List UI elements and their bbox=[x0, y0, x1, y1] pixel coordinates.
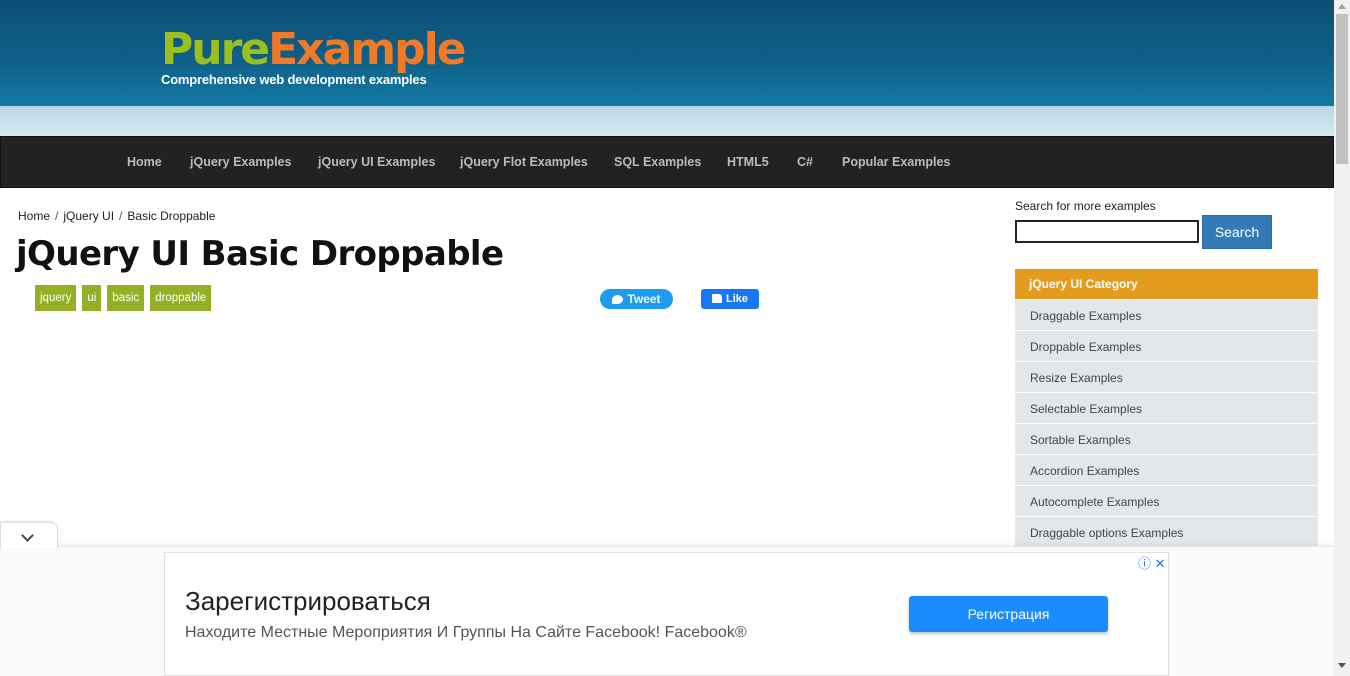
chevron-down-icon bbox=[21, 529, 34, 542]
ad-collapse-toggle[interactable] bbox=[0, 522, 58, 548]
breadcrumb: Home / jQuery UI / Basic Droppable bbox=[18, 209, 215, 223]
tag-droppable[interactable]: droppable bbox=[150, 285, 212, 311]
header-band bbox=[0, 106, 1334, 136]
logo-wordmark: PureExample bbox=[161, 24, 467, 75]
search-input[interactable] bbox=[1015, 220, 1199, 243]
scroll-up-arrow-icon[interactable] bbox=[1338, 4, 1346, 9]
tag-jquery[interactable]: jquery bbox=[35, 285, 77, 311]
breadcrumb-home[interactable]: Home bbox=[18, 209, 50, 223]
vertical-scrollbar[interactable] bbox=[1334, 0, 1350, 676]
site-header: PureExample Comprehensive web developmen… bbox=[0, 0, 1334, 106]
ad-description: Находите Местные Мероприятия И Группы На… bbox=[185, 624, 747, 641]
like-label: Like bbox=[725, 293, 748, 305]
scrollbar-thumb[interactable] bbox=[1336, 14, 1348, 164]
ad-title[interactable]: Зарегистрироваться bbox=[185, 586, 431, 617]
twitter-bird-icon bbox=[612, 295, 624, 304]
tag-basic[interactable]: basic bbox=[107, 285, 145, 311]
category-item-autocomplete[interactable]: Autocomplete Examples bbox=[1015, 486, 1318, 516]
facebook-like-button[interactable]: Like bbox=[701, 289, 759, 309]
search-button[interactable]: Search bbox=[1202, 215, 1272, 249]
scroll-down-arrow-icon[interactable] bbox=[1338, 663, 1346, 668]
breadcrumb-current: Basic Droppable bbox=[127, 209, 216, 223]
search-label: Search for more examples bbox=[1015, 199, 1156, 213]
logo-example: Example bbox=[268, 24, 466, 75]
tweet-button[interactable]: Tweet bbox=[600, 289, 673, 309]
main-nav: Home jQuery Examples jQuery UI Examples … bbox=[0, 136, 1334, 188]
tag-list: jquery ui basic droppable bbox=[35, 285, 212, 311]
nav-jquery-ui-examples[interactable]: jQuery UI Examples bbox=[318, 155, 435, 169]
thumbs-up-icon bbox=[711, 294, 722, 303]
nav-jquery-examples[interactable]: jQuery Examples bbox=[190, 155, 291, 169]
nav-html5[interactable]: HTML5 bbox=[727, 155, 769, 169]
nav-jquery-flot-examples[interactable]: jQuery Flot Examples bbox=[460, 155, 588, 169]
logo-pure: Pure bbox=[161, 24, 270, 75]
page: PureExample Comprehensive web developmen… bbox=[0, 0, 1350, 676]
category-item-resize[interactable]: Resize Examples bbox=[1015, 362, 1318, 392]
category-item-accordion[interactable]: Accordion Examples bbox=[1015, 455, 1318, 485]
nav-popular-examples[interactable]: Popular Examples bbox=[842, 155, 950, 169]
breadcrumb-separator: / bbox=[55, 209, 59, 223]
category-item-sortable[interactable]: Sortable Examples bbox=[1015, 424, 1318, 454]
ad-register-button[interactable]: Регистрация bbox=[909, 596, 1108, 632]
category-item-draggable[interactable]: Draggable Examples bbox=[1015, 300, 1318, 330]
tweet-label: Tweet bbox=[627, 292, 661, 306]
category-header: jQuery UI Category bbox=[1015, 269, 1318, 299]
breadcrumb-jquery-ui[interactable]: jQuery UI bbox=[63, 209, 114, 223]
site-logo[interactable]: PureExample Comprehensive web developmen… bbox=[161, 28, 467, 88]
category-list: Draggable Examples Droppable Examples Re… bbox=[1015, 300, 1318, 548]
category-item-droppable[interactable]: Droppable Examples bbox=[1015, 331, 1318, 361]
breadcrumb-separator: / bbox=[119, 209, 123, 223]
category-item-selectable[interactable]: Selectable Examples bbox=[1015, 393, 1318, 423]
ad-info-close-icon[interactable]: ⓘ ✕ bbox=[1138, 553, 1166, 572]
page-title: jQuery UI Basic Droppable bbox=[16, 234, 504, 274]
nav-sql-examples[interactable]: SQL Examples bbox=[614, 155, 701, 169]
category-item-draggable-options[interactable]: Draggable options Examples bbox=[1015, 517, 1318, 547]
tag-ui[interactable]: ui bbox=[82, 285, 102, 311]
site-tagline: Comprehensive web development examples bbox=[161, 72, 427, 87]
nav-csharp[interactable]: C# bbox=[797, 155, 813, 169]
nav-home[interactable]: Home bbox=[127, 155, 162, 169]
